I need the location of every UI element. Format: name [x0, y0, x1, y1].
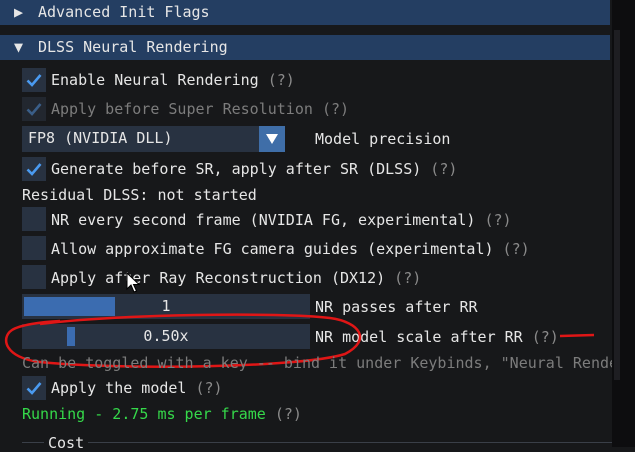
residual-dlss-status: Residual DLSS: not started — [22, 186, 257, 204]
section-header-dlss-neural-rendering[interactable]: ▼ DLSS Neural Rendering — [0, 35, 610, 60]
keybind-note: Can be toggled with a key -- bind it und… — [22, 354, 619, 372]
help-marker[interactable]: (?) — [268, 71, 295, 89]
apply-after-rr-checkbox[interactable] — [22, 265, 46, 289]
help-marker[interactable]: (?) — [503, 240, 530, 258]
apply-after-rr-label: Apply after Ray Reconstruction (DX12) (?… — [51, 269, 422, 287]
apply-model-label: Apply the model (?) — [51, 379, 223, 397]
apply-before-sr-checkbox[interactable] — [22, 97, 46, 121]
apply-model-checkbox[interactable] — [22, 376, 46, 400]
nr-every-second-frame-label: NR every second frame (NVIDIA FG, experi… — [51, 211, 512, 229]
section-header-advanced-init-flags[interactable]: ▶ Advanced Init Flags — [0, 0, 610, 25]
generate-before-sr-checkbox[interactable] — [22, 157, 46, 181]
cost-section-title[interactable]: Cost — [44, 434, 89, 452]
mouse-cursor-icon — [126, 272, 140, 293]
generate-before-sr-label: Generate before SR, apply after SR (DLSS… — [51, 160, 458, 178]
help-marker[interactable]: (?) — [484, 211, 511, 229]
collapse-arrow-icon: ▶ — [14, 3, 24, 21]
chevron-down-icon[interactable] — [259, 126, 285, 152]
help-marker[interactable]: (?) — [394, 269, 421, 287]
help-marker[interactable]: (?) — [322, 100, 349, 118]
section-title: DLSS Neural Rendering — [38, 38, 228, 56]
nr-every-second-frame-checkbox[interactable] — [22, 207, 46, 231]
cost-section-divider — [22, 442, 612, 443]
check-icon — [26, 74, 42, 87]
allow-approx-fg-checkbox[interactable] — [22, 236, 46, 260]
enable-neural-rendering-label: Enable Neural Rendering (?) — [51, 71, 295, 89]
section-title: Advanced Init Flags — [38, 3, 210, 21]
help-marker[interactable]: (?) — [275, 405, 302, 423]
allow-approx-fg-label: Allow approximate FG camera guides (expe… — [51, 240, 530, 258]
expand-arrow-icon: ▼ — [14, 38, 24, 56]
scrollbar[interactable] — [614, 30, 620, 380]
check-icon — [26, 163, 42, 176]
model-precision-label: Model precision — [315, 130, 451, 148]
model-precision-combo[interactable]: FP8 (NVIDIA DLL) — [22, 126, 285, 152]
help-marker[interactable]: (?) — [196, 379, 223, 397]
combo-value: FP8 (NVIDIA DLL) — [28, 129, 173, 147]
check-icon — [26, 382, 42, 395]
enable-neural-rendering-checkbox[interactable] — [22, 68, 46, 92]
running-status: Running - 2.75 ms per frame (?) — [22, 405, 302, 423]
check-icon — [26, 103, 42, 116]
help-marker[interactable]: (?) — [430, 160, 457, 178]
apply-before-sr-label: Apply before Super Resolution (?) — [51, 100, 350, 118]
